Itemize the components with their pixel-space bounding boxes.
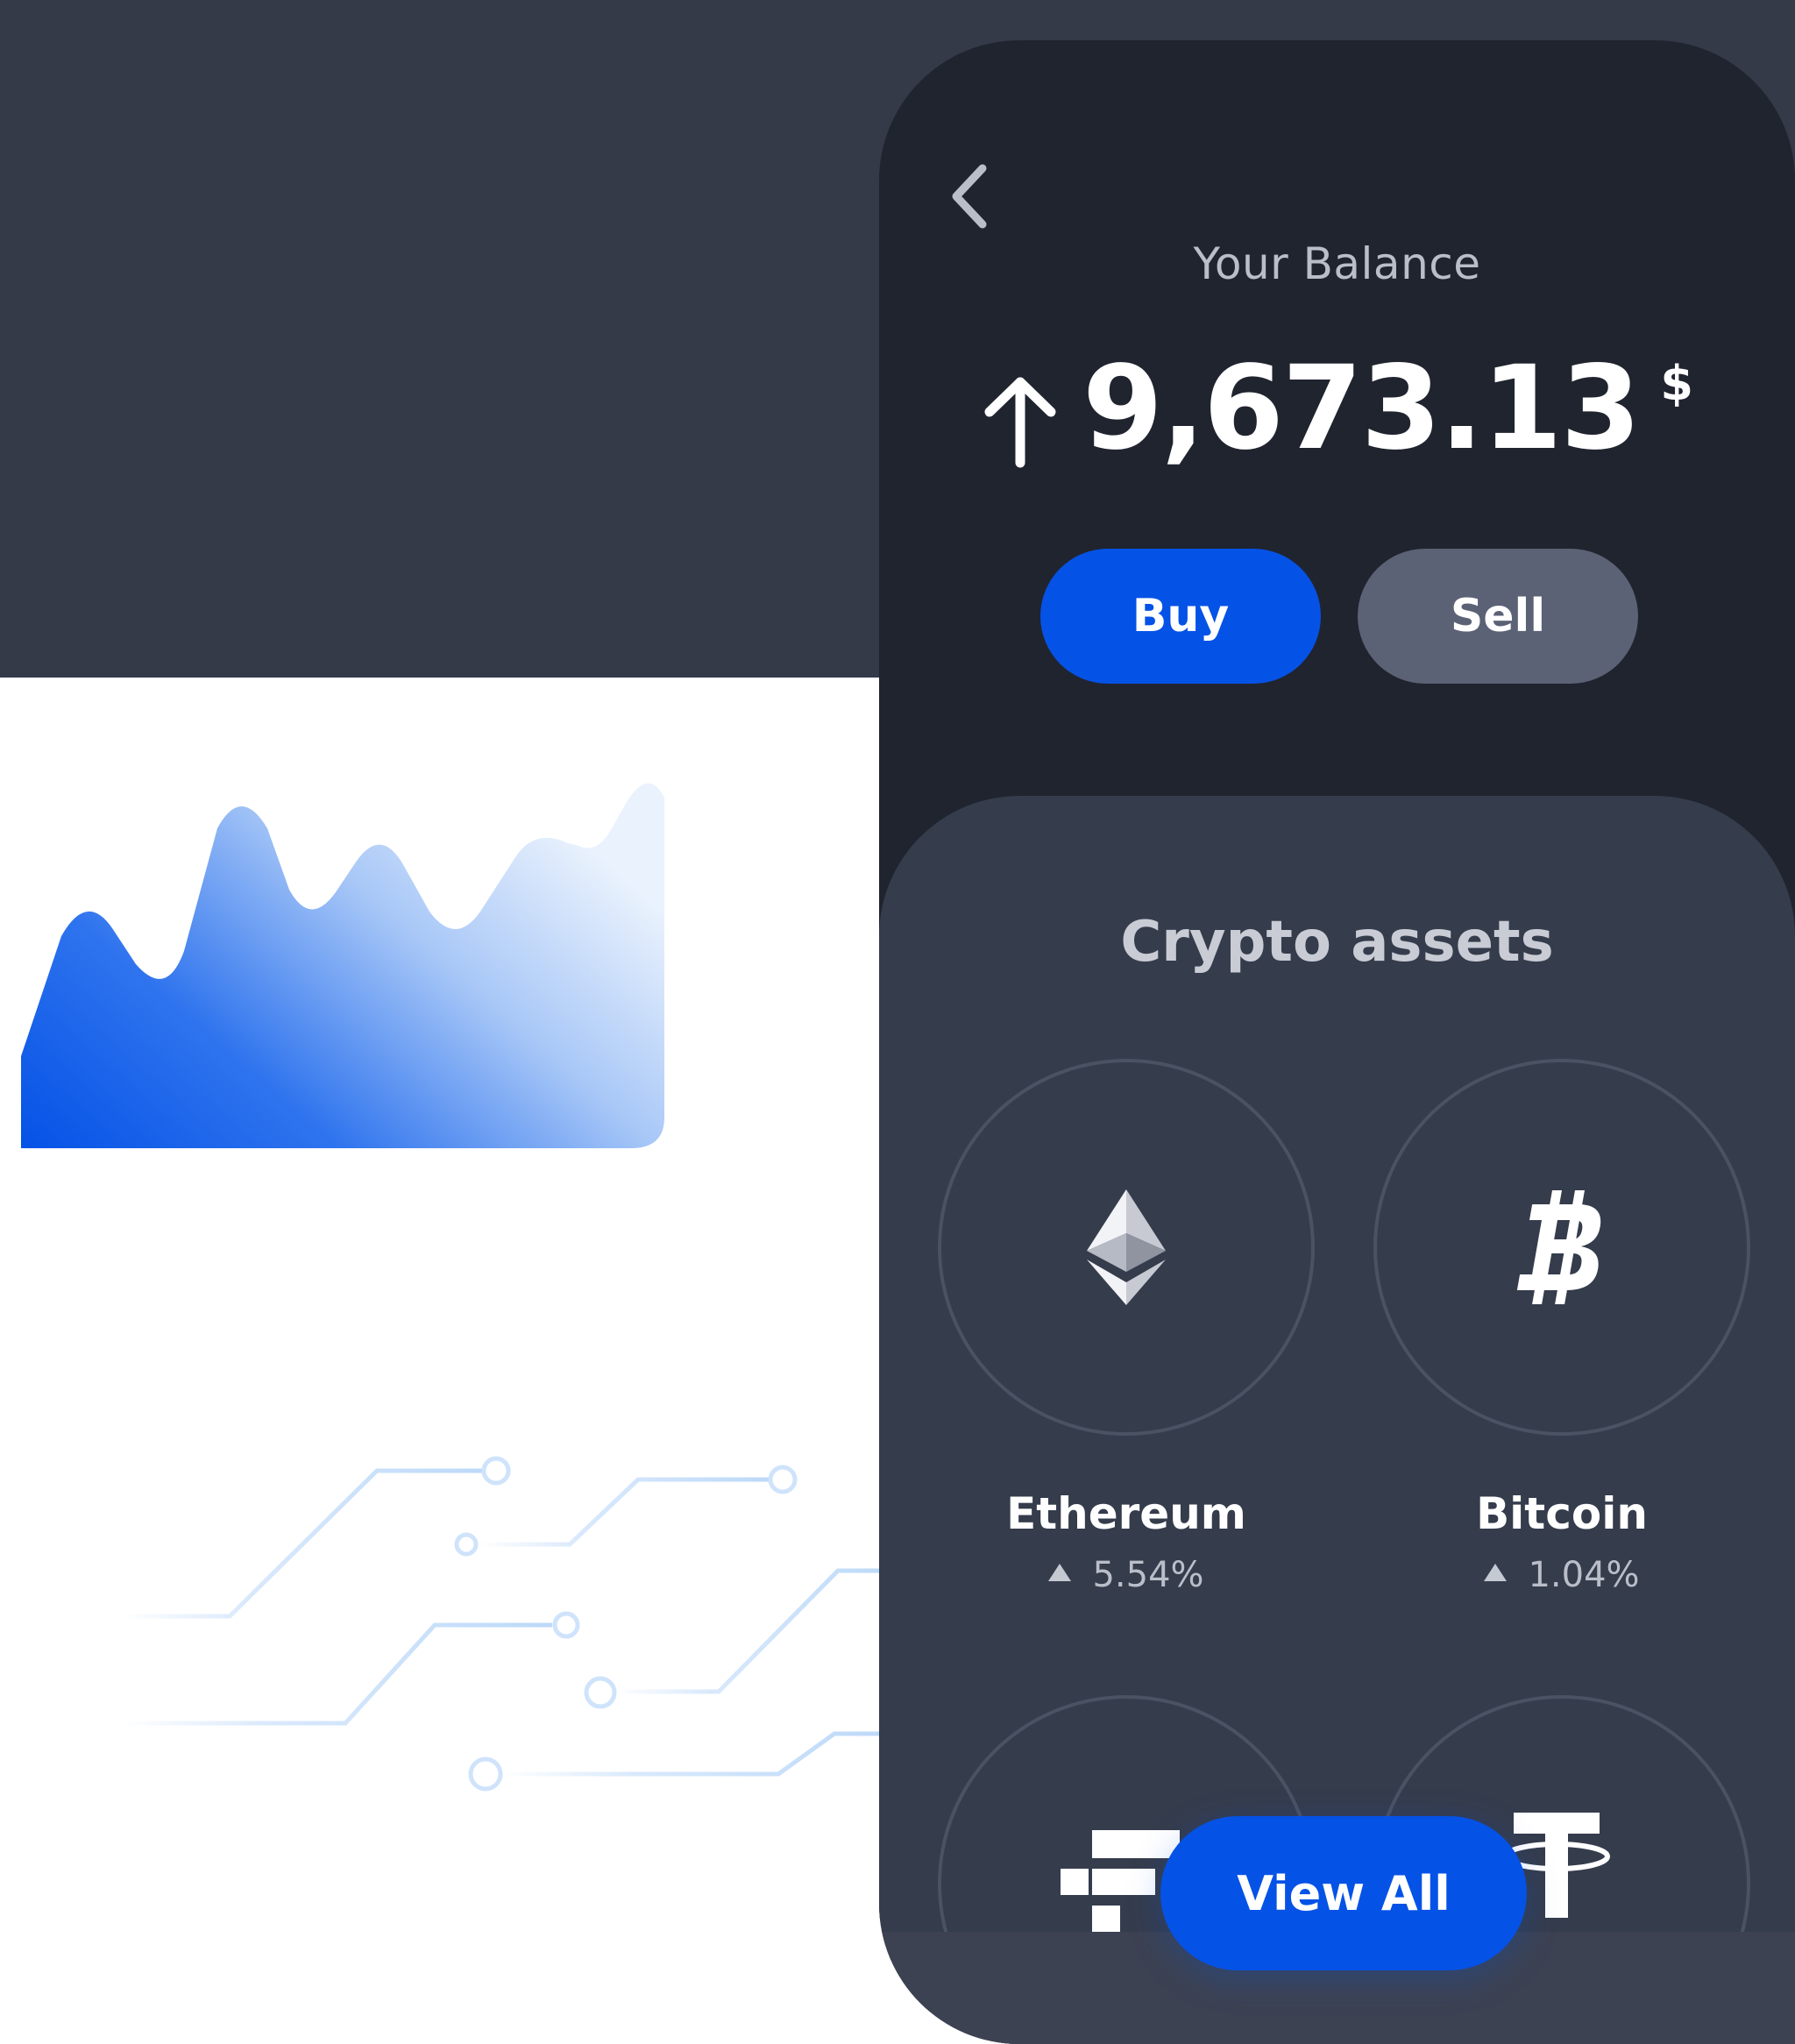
balance-value: 9,673.13: [1082, 341, 1641, 476]
balance-label: Your Balance: [1193, 238, 1481, 289]
wallet-phone-screen: Your Balance 9,673.13 $ Buy Sell Crypto …: [879, 40, 1795, 2044]
area-chart-graphic: [21, 783, 664, 1148]
asset-name-bitcoin: Bitcoin: [1476, 1488, 1648, 1539]
balance-currency: $: [1660, 356, 1693, 411]
asset-name-ethereum: Ethereum: [1006, 1488, 1246, 1539]
triangle-up-icon: [1484, 1564, 1508, 1581]
asset-change-bitcoin: 1.04%: [1373, 1555, 1750, 1595]
asset-change-ethereum: 5.54%: [938, 1555, 1315, 1595]
assets-title: Crypto assets: [1120, 910, 1554, 975]
back-button[interactable]: [940, 153, 997, 240]
chevron-left-icon: [952, 164, 987, 229]
balance-amount: 9,673.13 $: [879, 338, 1795, 479]
triangle-up-icon: [1048, 1564, 1072, 1581]
ethereum-icon: [1087, 1189, 1166, 1305]
asset-card-ethereum[interactable]: [938, 1059, 1315, 1436]
sell-button[interactable]: Sell: [1358, 549, 1638, 684]
arrow-up-icon: [984, 377, 1056, 468]
view-all-button[interactable]: View All: [1160, 1816, 1527, 1970]
buy-button[interactable]: Buy: [1040, 549, 1321, 684]
asset-card-bitcoin[interactable]: [1373, 1059, 1750, 1436]
circuit-lines-graphic: [123, 1456, 885, 1792]
bitcoin-icon: [1516, 1190, 1601, 1304]
